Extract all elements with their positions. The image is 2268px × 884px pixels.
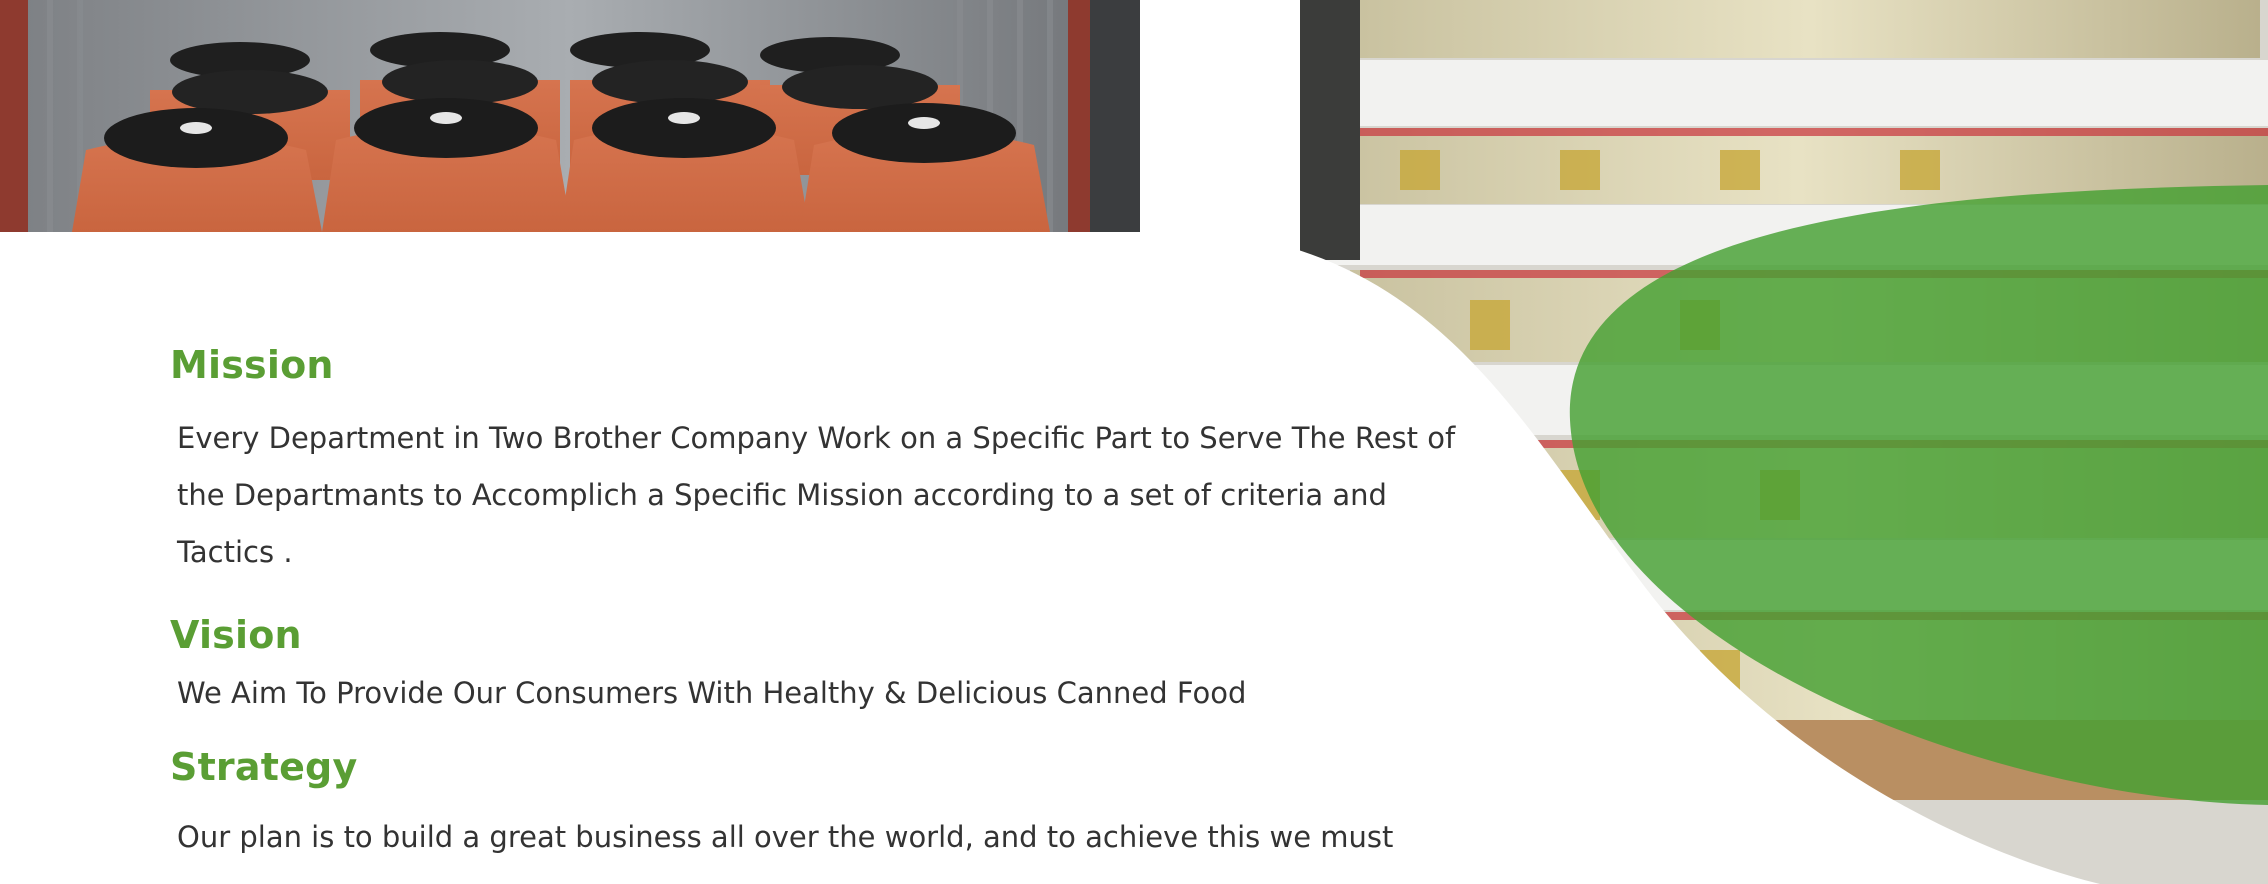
mission-heading: Mission: [170, 343, 334, 387]
vision-heading: Vision: [170, 613, 302, 657]
strategy-text: Our plan is to build a great business al…: [177, 820, 1394, 854]
mission-text: Every Department in Two Brother Company …: [177, 421, 1456, 569]
strategy-heading: Strategy: [170, 745, 358, 789]
vision-text: We Aim To Provide Our Consumers With Hea…: [177, 676, 1247, 710]
mission-vision-strategy-content: Mission Every Department in Two Brother …: [0, 0, 2268, 884]
